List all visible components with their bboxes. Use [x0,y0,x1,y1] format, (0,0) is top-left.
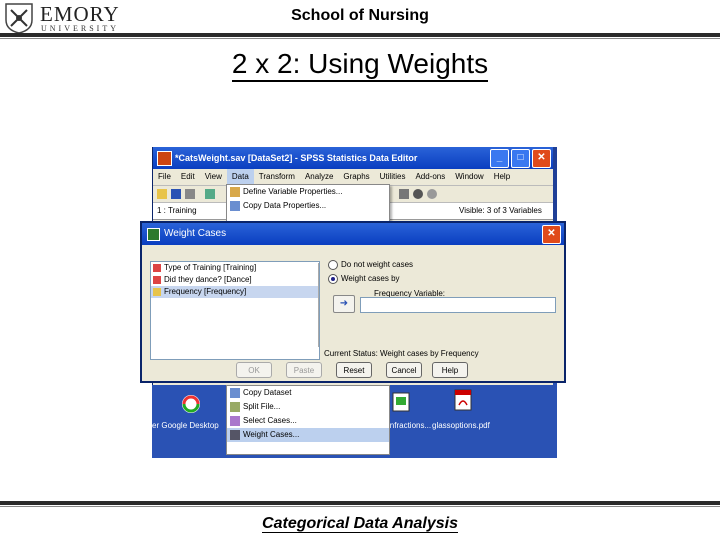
scale-icon [153,288,161,296]
minimize-icon[interactable]: _ [490,149,509,168]
menu-analyze[interactable]: Analyze [300,169,338,185]
chart-icon[interactable] [399,189,409,199]
weight-icon [230,430,240,440]
menu-item-define-variable-properties[interactable]: Define Variable Properties... [227,185,389,199]
close-icon[interactable]: ✕ [542,225,561,244]
footer-divider-thin [0,506,720,507]
pdf-icon[interactable] [452,389,474,411]
menu-item-label: Copy Data Properties... [243,201,327,210]
document-icon[interactable] [390,391,412,413]
variable-label: Type of Training [Training] [164,263,257,272]
radio-weight-cases-by[interactable]: Weight cases by [328,274,400,284]
header-divider [0,33,720,37]
school-title: School of Nursing [291,7,429,24]
menu-edit[interactable]: Edit [176,169,200,185]
frequency-variable-field[interactable] [360,297,556,313]
menu-item-label: Select Cases... [243,416,297,425]
menu-transform[interactable]: Transform [254,169,300,185]
cancel-button[interactable]: Cancel [386,362,422,378]
properties-icon [230,187,240,197]
copy-icon [230,201,240,211]
menu-view[interactable]: View [200,169,227,185]
radio-label: Do not weight cases [341,260,414,269]
maximize-icon[interactable]: □ [511,149,530,168]
ok-button[interactable]: OK [236,362,272,378]
menu-utilities[interactable]: Utilities [375,169,411,185]
menu-window[interactable]: Window [450,169,488,185]
arrow-right-icon: ➜ [339,298,349,309]
paste-button[interactable]: Paste [286,362,322,378]
google-desktop-icon[interactable] [180,393,202,415]
menu-item-label: Split File... [243,402,281,411]
desktop-label-infractions[interactable]: infractions... [388,421,431,430]
spss-titlebar[interactable]: *CatsWeight.sav [DataSet2] - SPSS Statis… [153,147,553,169]
menu-item-label: Define Variable Properties... [243,187,343,196]
desktop-label-pdf[interactable]: glassoptions.pdf [432,421,490,430]
list-item[interactable]: Type of Training [Training] [151,262,319,274]
menu-item-label: Weight Cases... [243,430,300,439]
open-icon[interactable] [157,189,167,199]
menu-item-weight-cases[interactable]: Weight Cases... [227,428,389,442]
nominal-icon [153,276,161,284]
variable-label: Frequency [Frequency] [164,287,247,296]
select-cases-icon [230,416,240,426]
menu-graphs[interactable]: Graphs [338,169,374,185]
split-file-icon [230,402,240,412]
dialog-title: Weight Cases [164,228,227,239]
weight-cases-dialog: Weight Cases ✕ Type of Training [Trainin… [140,221,566,383]
menu-file[interactable]: File [153,169,176,185]
move-arrow-button[interactable]: ➜ [333,295,355,313]
data-menu-dropdown-lower: Copy Dataset Split File... Select Cases.… [226,385,390,455]
save-icon[interactable] [171,189,181,199]
variable-list[interactable]: Type of Training [Training] Did they dan… [150,261,320,360]
reset-button[interactable]: Reset [336,362,372,378]
help-button[interactable]: Help [432,362,468,378]
cell-reference: 1 : Training [157,206,197,215]
current-status: Current Status: Weight cases by Frequenc… [324,349,479,358]
window-controls: _ □ ✕ [490,149,551,168]
copy-dataset-icon [230,388,240,398]
menu-item-copy-data-properties[interactable]: Copy Data Properties... [227,199,389,213]
value-labels-icon[interactable] [413,189,423,199]
slide-title: 2 x 2: Using Weights [0,48,720,82]
spss-window-title: *CatsWeight.sav [DataSet2] - SPSS Statis… [175,153,418,163]
nominal-icon [153,264,161,272]
dialog-app-icon [147,228,160,241]
menu-item-select-cases[interactable]: Select Cases... [227,414,389,428]
spss-app-icon [157,151,172,166]
radio-label: Weight cases by [341,274,400,283]
desktop-label-google[interactable]: er Google Desktop [152,421,219,430]
menu-addons[interactable]: Add-ons [410,169,450,185]
desktop-label-google-text: Google Desktop [161,421,219,430]
print-icon[interactable] [185,189,195,199]
header-divider-thin [0,38,720,39]
menu-data[interactable]: Data [226,169,254,185]
sets-icon[interactable] [427,189,437,199]
list-item[interactable]: Frequency [Frequency] [151,286,319,298]
variable-label: Did they dance? [Dance] [164,275,252,284]
menu-help[interactable]: Help [489,169,515,185]
footer-text: Categorical Data Analysis [262,515,458,533]
menu-item-split-file[interactable]: Split File... [227,400,389,414]
footer-divider [0,501,720,505]
close-icon[interactable]: ✕ [532,149,551,168]
slide-title-text: 2 x 2: Using Weights [231,48,489,82]
dialog-titlebar[interactable]: Weight Cases ✕ [142,223,564,245]
menu-item-copy-dataset[interactable]: Copy Dataset [227,386,389,400]
data-menu-dropdown: Define Variable Properties... Copy Data … [226,184,390,222]
radio-do-not-weight[interactable]: Do not weight cases [328,260,413,270]
divider [318,263,319,347]
dialog-recall-icon[interactable] [205,189,215,199]
visible-variables: Visible: 3 of 3 Variables [459,206,542,215]
radio-selected-icon [328,274,338,284]
list-item[interactable]: Did they dance? [Dance] [151,274,319,286]
menu-item-label: Copy Dataset [243,388,292,397]
footer: Categorical Data Analysis [0,515,720,533]
radio-icon [328,260,338,270]
logo-sub: UNIVERSITY [41,24,119,33]
